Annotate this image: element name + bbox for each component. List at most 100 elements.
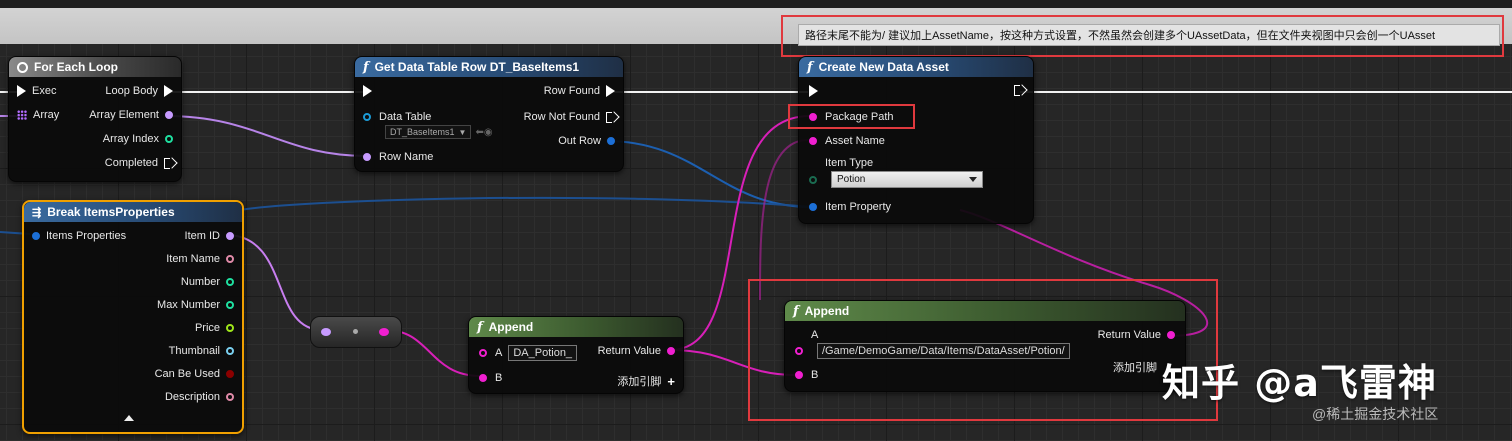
exec-in-icon xyxy=(363,85,372,97)
get-data-table-row-node[interactable]: f Get Data Table Row DT_BaseItems1 Data … xyxy=(354,56,624,172)
conversion-in-pin[interactable] xyxy=(321,328,331,336)
row-name-pin-icon xyxy=(363,153,371,161)
row-found-label: Row Found xyxy=(543,85,600,97)
item-property-label: Item Property xyxy=(825,201,892,213)
function-icon: f xyxy=(477,319,483,335)
completed-pin[interactable]: Completed xyxy=(105,157,173,169)
array-grid-icon xyxy=(17,110,27,120)
item-type-value: Potion xyxy=(837,174,866,185)
row-not-found-label: Row Not Found xyxy=(523,111,600,123)
array-element-pin[interactable]: Array Element xyxy=(89,109,173,121)
break-title: Break ItemsProperties xyxy=(47,205,175,219)
loop-icon xyxy=(17,61,28,73)
create-new-data-asset-node[interactable]: f Create New Data Asset Package Path Ass… xyxy=(798,56,1034,224)
append-small-a-pin[interactable]: A DA_Potion_ xyxy=(479,345,578,361)
item-name-pin-icon xyxy=(226,255,234,263)
break-items-properties-node[interactable]: ⇶ Break ItemsProperties Items Properties… xyxy=(22,200,244,434)
item-type-label: Item Type xyxy=(825,157,874,169)
row-not-found-pin[interactable]: Row Not Found xyxy=(524,111,615,123)
can-be-used-pin-icon xyxy=(226,370,234,378)
item-name-label: Item Name xyxy=(166,253,220,265)
item-id-pin[interactable]: Item ID xyxy=(185,230,234,242)
price-label: Price xyxy=(194,322,220,334)
conversion-dot-icon xyxy=(353,329,358,334)
get-row-exec-in[interactable] xyxy=(363,85,372,97)
watermark-main: 知乎 @a飞雷神 xyxy=(1162,361,1437,405)
watermark-sub: @稀土掘金技术社区 xyxy=(1312,406,1439,422)
items-properties-pin[interactable]: Items Properties xyxy=(32,230,126,242)
out-row-pin-icon xyxy=(607,137,615,145)
exec-out-icon xyxy=(1014,85,1023,96)
return-value-label: Return Value xyxy=(597,345,661,357)
break-header[interactable]: ⇶ Break ItemsProperties xyxy=(24,202,242,222)
array-index-pin[interactable]: Array Index xyxy=(103,133,173,145)
data-table-pin[interactable]: Data Table xyxy=(363,111,431,123)
create-asset-exec-out[interactable] xyxy=(1014,85,1023,96)
add-pin-label: 添加引脚 xyxy=(617,376,662,388)
thumbnail-pin[interactable]: Thumbnail xyxy=(169,345,234,357)
item-type-pin[interactable]: Item Type xyxy=(809,157,873,169)
a-label: A xyxy=(495,347,503,359)
item-type-pin-icon xyxy=(809,175,817,184)
items-properties-label: Items Properties xyxy=(46,230,127,242)
asset-name-pin[interactable]: Asset Name xyxy=(809,135,885,147)
chevron-down-icon: ▼ xyxy=(458,127,467,137)
item-type-dropdown[interactable]: Potion xyxy=(831,171,983,188)
conversion-node[interactable] xyxy=(310,316,402,348)
chevron-down-icon xyxy=(969,177,977,182)
append-small-return-pin[interactable]: Return Value xyxy=(598,345,675,357)
for-each-loop-header[interactable]: For Each Loop xyxy=(9,57,181,77)
exec-in-pin[interactable]: Exec xyxy=(17,85,56,97)
max-number-label: Max Number xyxy=(157,299,220,311)
highlight-package-path xyxy=(788,104,915,129)
description-pin[interactable]: Description xyxy=(165,391,234,403)
item-property-pin[interactable]: Item Property xyxy=(809,201,891,213)
conversion-out-pin[interactable] xyxy=(379,328,389,336)
thumbnail-pin-icon xyxy=(226,347,234,355)
thumbnail-label: Thumbnail xyxy=(168,345,220,357)
create-asset-header[interactable]: f Create New Data Asset xyxy=(799,57,1033,77)
wire-array-element-to-row-name xyxy=(164,115,369,157)
create-asset-title: Create New Data Asset xyxy=(818,60,949,74)
navigate-arrow-icon[interactable]: ⬅◉ xyxy=(475,127,492,138)
exec-label: Exec xyxy=(32,85,57,97)
item-name-pin[interactable]: Item Name xyxy=(166,253,234,265)
highlight-append-node xyxy=(748,279,1218,421)
array-element-label: Array Element xyxy=(89,109,159,121)
can-be-used-pin[interactable]: Can Be Used xyxy=(155,368,234,380)
item-id-pin-icon xyxy=(226,232,234,240)
append-small-b-pin[interactable]: B xyxy=(479,372,502,384)
create-asset-exec-in[interactable] xyxy=(809,85,818,97)
price-pin[interactable]: Price xyxy=(195,322,234,334)
for-each-loop-title: For Each Loop xyxy=(34,60,118,74)
plus-icon: + xyxy=(667,373,675,389)
data-table-dropdown[interactable]: DT_BaseItems1 ▼ xyxy=(385,125,472,139)
array-index-pin-icon xyxy=(165,135,173,143)
for-each-loop-node[interactable]: For Each Loop Exec Array Loop Body Array… xyxy=(8,56,182,182)
b-label: B xyxy=(495,372,503,384)
array-pin[interactable]: Array xyxy=(17,109,59,121)
item-type-select-row[interactable]: Potion xyxy=(809,171,983,188)
append-small-add-pin[interactable]: 添加引脚 + xyxy=(617,373,675,389)
highlight-tooltip xyxy=(781,15,1504,57)
description-pin-icon xyxy=(226,393,234,401)
append-small-a-input[interactable]: DA_Potion_ xyxy=(508,345,578,361)
number-pin[interactable]: Number xyxy=(181,276,234,288)
get-row-header[interactable]: f Get Data Table Row DT_BaseItems1 xyxy=(355,57,623,77)
expand-arrow-icon[interactable] xyxy=(124,415,134,421)
row-found-pin[interactable]: Row Found xyxy=(544,85,615,97)
append-node-small[interactable]: f Append A DA_Potion_ B Return Value 添加引… xyxy=(468,316,684,394)
loop-body-pin[interactable]: Loop Body xyxy=(105,85,173,97)
out-row-pin[interactable]: Out Row xyxy=(558,135,615,147)
data-table-select[interactable]: DT_BaseItems1 ▼ ⬅◉ xyxy=(385,125,493,139)
data-table-label: Data Table xyxy=(379,111,432,123)
append-small-header[interactable]: f Append xyxy=(469,317,683,337)
row-name-pin[interactable]: Row Name xyxy=(363,151,433,163)
price-pin-icon xyxy=(226,324,234,332)
description-label: Description xyxy=(164,391,220,403)
max-number-pin[interactable]: Max Number xyxy=(157,299,234,311)
out-row-label: Out Row xyxy=(558,135,601,147)
item-id-label: Item ID xyxy=(184,230,220,242)
b-pin-icon xyxy=(479,374,487,382)
array-label: Array xyxy=(33,109,60,121)
